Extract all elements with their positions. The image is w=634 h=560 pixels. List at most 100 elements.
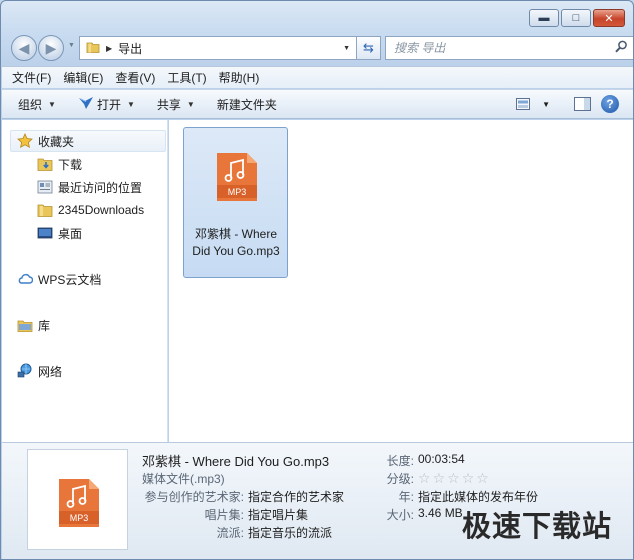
share-label: 共享 [156, 97, 181, 112]
sidebar-item-network[interactable]: 网络 [16, 360, 62, 382]
sidebar-item-desktop[interactable]: 桌面 [36, 222, 82, 244]
new-folder-label: 新建文件夹 [216, 97, 277, 112]
sidebar-item-downloads[interactable]: 下载 [36, 153, 82, 175]
details-file-name: 邓紫棋 - Where Did You Go.mp3 [142, 454, 330, 469]
preview-pane-icon [574, 97, 591, 111]
size-value: 3.46 MB [418, 506, 463, 520]
breadcrumb-item[interactable]: 导出 [118, 40, 142, 57]
file-type-badge: MP3 [227, 187, 247, 197]
share-button[interactable]: 共享 ▼ [157, 96, 195, 113]
mp3-file-icon: MP3 [216, 152, 258, 205]
view-controls: ▼ ? [516, 95, 619, 113]
cloud-icon [16, 272, 34, 286]
length-label: 长度: [386, 454, 414, 468]
command-bar: 组织 ▼ 打开 ▼ 共享 ▼ 新建文件夹 ▼ ? [2, 89, 633, 119]
sidebar-item-label: 网络 [38, 364, 63, 379]
genre-label: 流派: [216, 526, 244, 540]
forward-button[interactable]: ▶ [38, 35, 64, 61]
album-value[interactable]: 指定唱片集 [248, 506, 308, 523]
file-type-badge: MP3 [69, 513, 89, 523]
network-icon [16, 363, 34, 379]
sidebar-item-recent-places[interactable]: 最近访问的位置 [36, 176, 142, 198]
sidebar-item-2345downloads[interactable]: 2345Downloads [36, 199, 144, 221]
menu-edit[interactable]: 编辑(E) [63, 69, 103, 86]
sidebar-item-label: 2345Downloads [58, 203, 145, 217]
recent-pages-dropdown-icon[interactable]: ▼ [68, 42, 75, 49]
menu-tools[interactable]: 工具(T) [167, 69, 206, 86]
recent-places-icon [36, 179, 54, 195]
media-player-icon [78, 96, 94, 113]
sidebar-item-wps-cloud[interactable]: WPS云文档 [16, 268, 101, 290]
address-bar[interactable]: ▶ 导出 ▼ [79, 36, 357, 60]
year-label: 年: [398, 490, 414, 504]
star-icon [16, 133, 34, 149]
close-button[interactable]: ✕ [593, 9, 625, 27]
explorer-window: ▬ □ ✕ ◀ ▶ ▼ ▶ 导出 ▼ ⇆ 文件( [0, 0, 634, 560]
file-list-view: MP3 邓紫棋 - Where Did You Go.mp3 [169, 120, 633, 442]
refresh-icon: ⇆ [363, 40, 374, 55]
minimize-button[interactable]: ▬ [529, 9, 559, 27]
artist-value[interactable]: 指定合作的艺术家 [248, 488, 344, 505]
open-label: 打开 [96, 97, 121, 112]
view-icon [516, 97, 531, 110]
album-label: 唱片集: [204, 508, 244, 522]
chevron-down-icon: ▼ [186, 99, 195, 109]
sidebar-item-label: 最近访问的位置 [58, 180, 143, 195]
desktop-icon [36, 225, 54, 241]
mp3-file-icon: MP3 [58, 478, 100, 531]
artist-label: 参与创作的艺术家: [144, 490, 244, 504]
sidebar-item-favorites[interactable]: 收藏夹 [16, 130, 74, 152]
menu-bar: 文件(F) 编辑(E) 查看(V) 工具(T) 帮助(H) [2, 66, 633, 88]
chevron-down-icon: ▼ [542, 99, 550, 109]
file-item-selected[interactable]: MP3 邓紫棋 - Where Did You Go.mp3 [183, 127, 288, 278]
open-button[interactable]: 打开 ▼ [78, 96, 135, 113]
search-input[interactable] [394, 41, 594, 55]
breadcrumb-chevron-icon[interactable]: ▶ [106, 44, 112, 53]
address-dropdown-icon[interactable]: ▼ [343, 45, 350, 52]
details-file-type: 媒体文件(.mp3) [142, 472, 225, 486]
chevron-down-icon: ▼ [48, 99, 56, 109]
sidebar-item-label: 桌面 [58, 226, 83, 241]
navigation-pane: 收藏夹 下载 最近访问的位置 2345Downloads 桌面 WPS云文档 库… [2, 120, 168, 442]
site-watermark: 极速下载站 [462, 509, 613, 543]
search-icon[interactable] [615, 40, 628, 56]
search-box[interactable] [385, 36, 633, 60]
file-name: 邓紫棋 - Where Did You Go.mp3 [192, 227, 280, 258]
library-icon [16, 318, 34, 332]
star-icon[interactable]: ☆ [476, 471, 489, 485]
maximize-button[interactable]: □ [561, 9, 591, 27]
navigation-bar: ◀ ▶ ▼ ▶ 导出 ▼ ⇆ [9, 33, 633, 61]
length-value: 00:03:54 [418, 452, 465, 466]
sidebar-item-label: 库 [38, 318, 51, 333]
file-thumbnail: MP3 [27, 449, 128, 550]
sidebar-item-label: WPS云文档 [38, 272, 102, 287]
change-view-button[interactable]: ▼ [516, 97, 550, 111]
rating-stars[interactable]: ☆ ☆ ☆ ☆ ☆ [418, 471, 489, 485]
caption-buttons: ▬ □ ✕ [529, 9, 625, 27]
help-button[interactable]: ? [601, 95, 619, 113]
genre-value[interactable]: 指定音乐的流派 [248, 524, 332, 541]
star-icon[interactable]: ☆ [433, 471, 446, 485]
sidebar-item-label: 收藏夹 [38, 134, 75, 149]
details-pane: MP3 邓紫棋 - Where Did You Go.mp3 媒体文件(.mp3… [2, 442, 633, 559]
menu-help[interactable]: 帮助(H) [219, 69, 260, 86]
menu-view[interactable]: 查看(V) [115, 69, 155, 86]
organize-label: 组织 [18, 97, 43, 112]
star-icon[interactable]: ☆ [462, 471, 475, 485]
downloads-folder-icon [36, 156, 54, 172]
back-button[interactable]: ◀ [11, 35, 37, 61]
new-folder-button[interactable]: 新建文件夹 [217, 96, 277, 113]
star-icon[interactable]: ☆ [447, 471, 460, 485]
sidebar-item-library[interactable]: 库 [16, 314, 50, 336]
star-icon[interactable]: ☆ [418, 471, 431, 485]
rating-label: 分级: [386, 472, 414, 486]
refresh-button[interactable]: ⇆ [357, 36, 381, 60]
forward-arrow-icon: ▶ [45, 39, 57, 56]
organize-button[interactable]: 组织 ▼ [18, 96, 56, 113]
back-arrow-icon: ◀ [18, 39, 30, 56]
folder-icon [86, 40, 100, 57]
chevron-down-icon: ▼ [126, 99, 135, 109]
preview-pane-button[interactable] [574, 97, 591, 111]
menu-file[interactable]: 文件(F) [12, 69, 51, 86]
folder-icon [36, 202, 54, 218]
